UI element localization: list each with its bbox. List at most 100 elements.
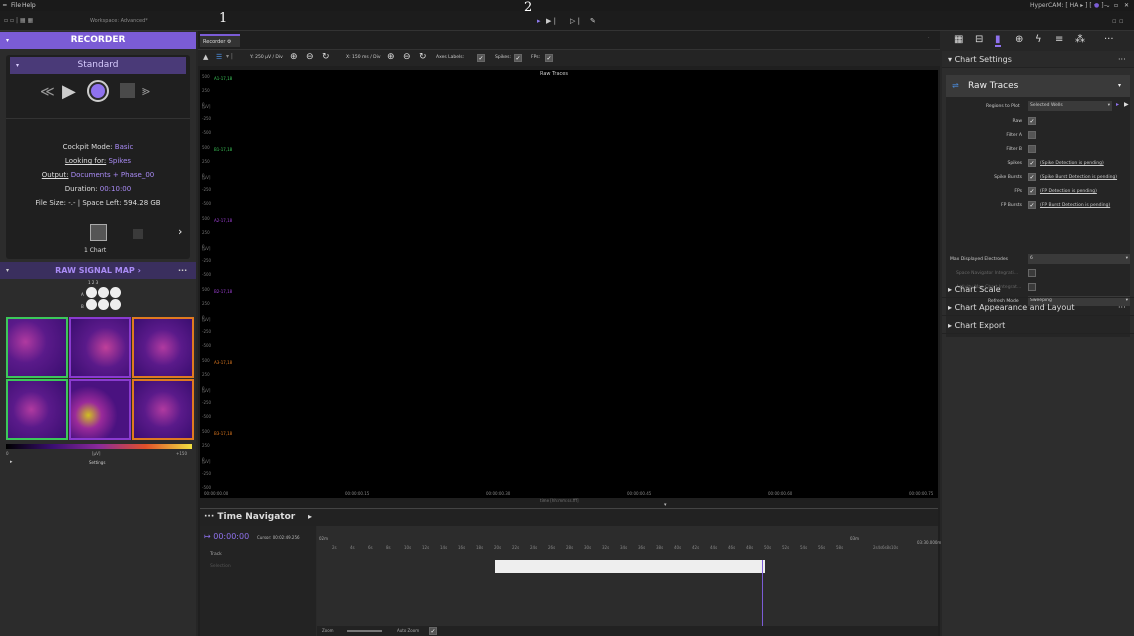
heatmap-a3[interactable]: [132, 317, 194, 378]
heatmap-a2[interactable]: [69, 317, 131, 378]
collapse-icon[interactable]: ▾: [6, 262, 9, 279]
duration-value[interactable]: 00:10:00: [100, 185, 131, 193]
cursor-tool-icon[interactable]: ▸: [537, 17, 541, 25]
axes-labels-checkbox[interactable]: ✓: [477, 54, 485, 62]
chart-view-icon[interactable]: ▮: [995, 34, 1001, 47]
y-reset-icon[interactable]: ↻: [322, 52, 330, 62]
filter-icon[interactable]: ⁂: [1075, 34, 1085, 45]
tab-recorder[interactable]: Recorder ⚙: [200, 34, 240, 47]
chart-type-dropdown[interactable]: ⇌ Raw Traces ▾: [946, 75, 1130, 97]
menu-help[interactable]: Help: [22, 2, 36, 9]
chart-count-icon[interactable]: [90, 224, 107, 241]
heatmap-b3[interactable]: [132, 379, 194, 440]
chevron-right-icon[interactable]: ›: [178, 225, 182, 238]
panel-toggle-icons[interactable]: ▫ ▫: [1112, 17, 1124, 25]
setting-checkbox[interactable]: ✓: [1028, 173, 1036, 181]
collapse-icon[interactable]: ▾: [6, 32, 9, 49]
list-icon[interactable]: ≡: [1055, 34, 1063, 45]
setting-checkbox[interactable]: [1028, 145, 1036, 153]
setting-checkbox[interactable]: ✓: [1028, 159, 1036, 167]
heatmap-b2[interactable]: [69, 379, 131, 440]
x-zoom-out-icon[interactable]: ⊖: [403, 52, 411, 62]
play-icon[interactable]: ▶: [1124, 101, 1129, 108]
close-icon[interactable]: ✕: [1124, 2, 1129, 9]
app-menu-icon[interactable]: ━: [3, 2, 7, 9]
well-b2[interactable]: [98, 299, 109, 310]
max-electrodes-select[interactable]: 6 ▾: [1028, 254, 1130, 264]
heatmap-a1[interactable]: [6, 317, 68, 378]
setting-note[interactable]: (FP Burst Detection is pending): [1040, 203, 1110, 208]
record-button[interactable]: [87, 80, 109, 102]
maximize-icon[interactable]: ▫: [1114, 2, 1118, 9]
grid-view-icon[interactable]: ▦: [954, 34, 963, 45]
spikes-checkbox[interactable]: ✓: [514, 54, 522, 62]
cursor-line[interactable]: [762, 560, 763, 636]
play-icon[interactable]: ▶: [62, 81, 76, 102]
setting-checkbox[interactable]: ✓: [1028, 117, 1036, 125]
setting-checkbox[interactable]: ✓: [1028, 201, 1036, 209]
more-icon[interactable]: ···: [178, 262, 187, 279]
fps-checkbox[interactable]: ✓: [545, 54, 553, 62]
tab-menu-icon[interactable]: ·: [928, 35, 930, 41]
workspace-select[interactable]: Workspace: Advanced*: [90, 18, 148, 24]
dropdown-icon[interactable]: ▾ |: [226, 53, 233, 60]
raw-traces-plot[interactable]: Raw Traces 500 250 0 -250 -500 [µV] A1-17,18 50…: [200, 70, 938, 503]
more-icon[interactable]: ···: [1118, 299, 1126, 316]
menu-file[interactable]: File: [11, 2, 21, 9]
well-b3[interactable]: [110, 299, 121, 310]
user-icon[interactable]: ●: [1094, 2, 1099, 9]
layout-icons[interactable]: ▫ ▫ | ▦ ▦: [4, 17, 33, 24]
zoom-icon[interactable]: ⊕: [1015, 34, 1023, 45]
gear-icon[interactable]: ⚙: [227, 39, 231, 45]
well-plate-selector[interactable]: [86, 287, 122, 311]
looking-label[interactable]: Looking for:: [65, 157, 106, 165]
chart-appearance-section[interactable]: ▸ Chart Appearance and Layout ···: [942, 299, 1134, 316]
setting-checkbox[interactable]: ✓: [1028, 187, 1036, 195]
more-icon[interactable]: ···: [1118, 51, 1126, 68]
settings-link[interactable]: Settings: [89, 460, 105, 465]
looking-value[interactable]: Spikes: [108, 157, 131, 165]
zoom-slider[interactable]: [347, 630, 382, 632]
play-tool-icon[interactable]: ▶ |: [546, 17, 556, 25]
heatmap-b1[interactable]: [6, 379, 68, 440]
rewind-icon[interactable]: ≪: [40, 84, 55, 100]
selection-range[interactable]: [495, 560, 765, 573]
mode-dropdown[interactable]: ▾ Standard: [10, 57, 186, 74]
setting-note[interactable]: (Spike Detection is pending): [1040, 161, 1104, 166]
x-zoom-in-icon[interactable]: ⊕: [387, 52, 395, 62]
skip-icon[interactable]: ⪢: [142, 83, 150, 99]
bolt-icon[interactable]: ϟ: [1035, 34, 1042, 45]
chart-export-section[interactable]: ▸ Chart Export: [942, 317, 1134, 334]
well-a2[interactable]: [98, 287, 109, 298]
setting-checkbox[interactable]: [1028, 131, 1036, 139]
collapse-up-icon[interactable]: ▲: [203, 53, 208, 61]
step-tool-icon[interactable]: ▷ |: [570, 17, 580, 25]
expand-icon[interactable]: ▸: [308, 512, 312, 521]
chart-scale-section[interactable]: ▸ Chart Scale: [942, 281, 1134, 298]
x-reset-icon[interactable]: ↻: [419, 52, 427, 62]
timeline[interactable]: 02m 03m 03:30.000m 2s 4s 6s 8s 10s 12s 14s 16s 1…: [317, 526, 941, 636]
y-zoom-out-icon[interactable]: ⊖: [306, 52, 314, 62]
regions-select[interactable]: Selected Wells ▾: [1028, 101, 1112, 111]
well-a1[interactable]: [86, 287, 97, 298]
setting-note[interactable]: (Spike Burst Detection is pending): [1040, 175, 1117, 180]
chart-option-icon[interactable]: [133, 229, 143, 239]
chevron-right-icon[interactable]: ›: [138, 266, 141, 275]
output-value[interactable]: Documents + Phase_00: [71, 171, 155, 179]
more-icon[interactable]: ···: [1104, 34, 1114, 45]
output-label[interactable]: Output:: [42, 171, 69, 179]
panel-view-icon[interactable]: ⊟: [975, 34, 983, 45]
layout-icon[interactable]: ☰: [216, 53, 222, 61]
stop-icon[interactable]: [120, 83, 135, 98]
auto-zoom-checkbox[interactable]: ✓: [429, 627, 437, 635]
settings-expand-icon[interactable]: ▸: [10, 459, 13, 465]
cockpit-value[interactable]: Basic: [115, 143, 134, 151]
pencil-icon[interactable]: ✎: [590, 17, 596, 25]
space-navigator-checkbox[interactable]: [1028, 269, 1036, 277]
well-a3[interactable]: [110, 287, 121, 298]
cursor-icon[interactable]: ▸: [1116, 101, 1119, 108]
y-zoom-in-icon[interactable]: ⊕: [290, 52, 298, 62]
minimize-icon[interactable]: –: [1104, 2, 1107, 9]
setting-note[interactable]: (FP Detection is pending): [1040, 189, 1097, 194]
well-b1[interactable]: [86, 299, 97, 310]
